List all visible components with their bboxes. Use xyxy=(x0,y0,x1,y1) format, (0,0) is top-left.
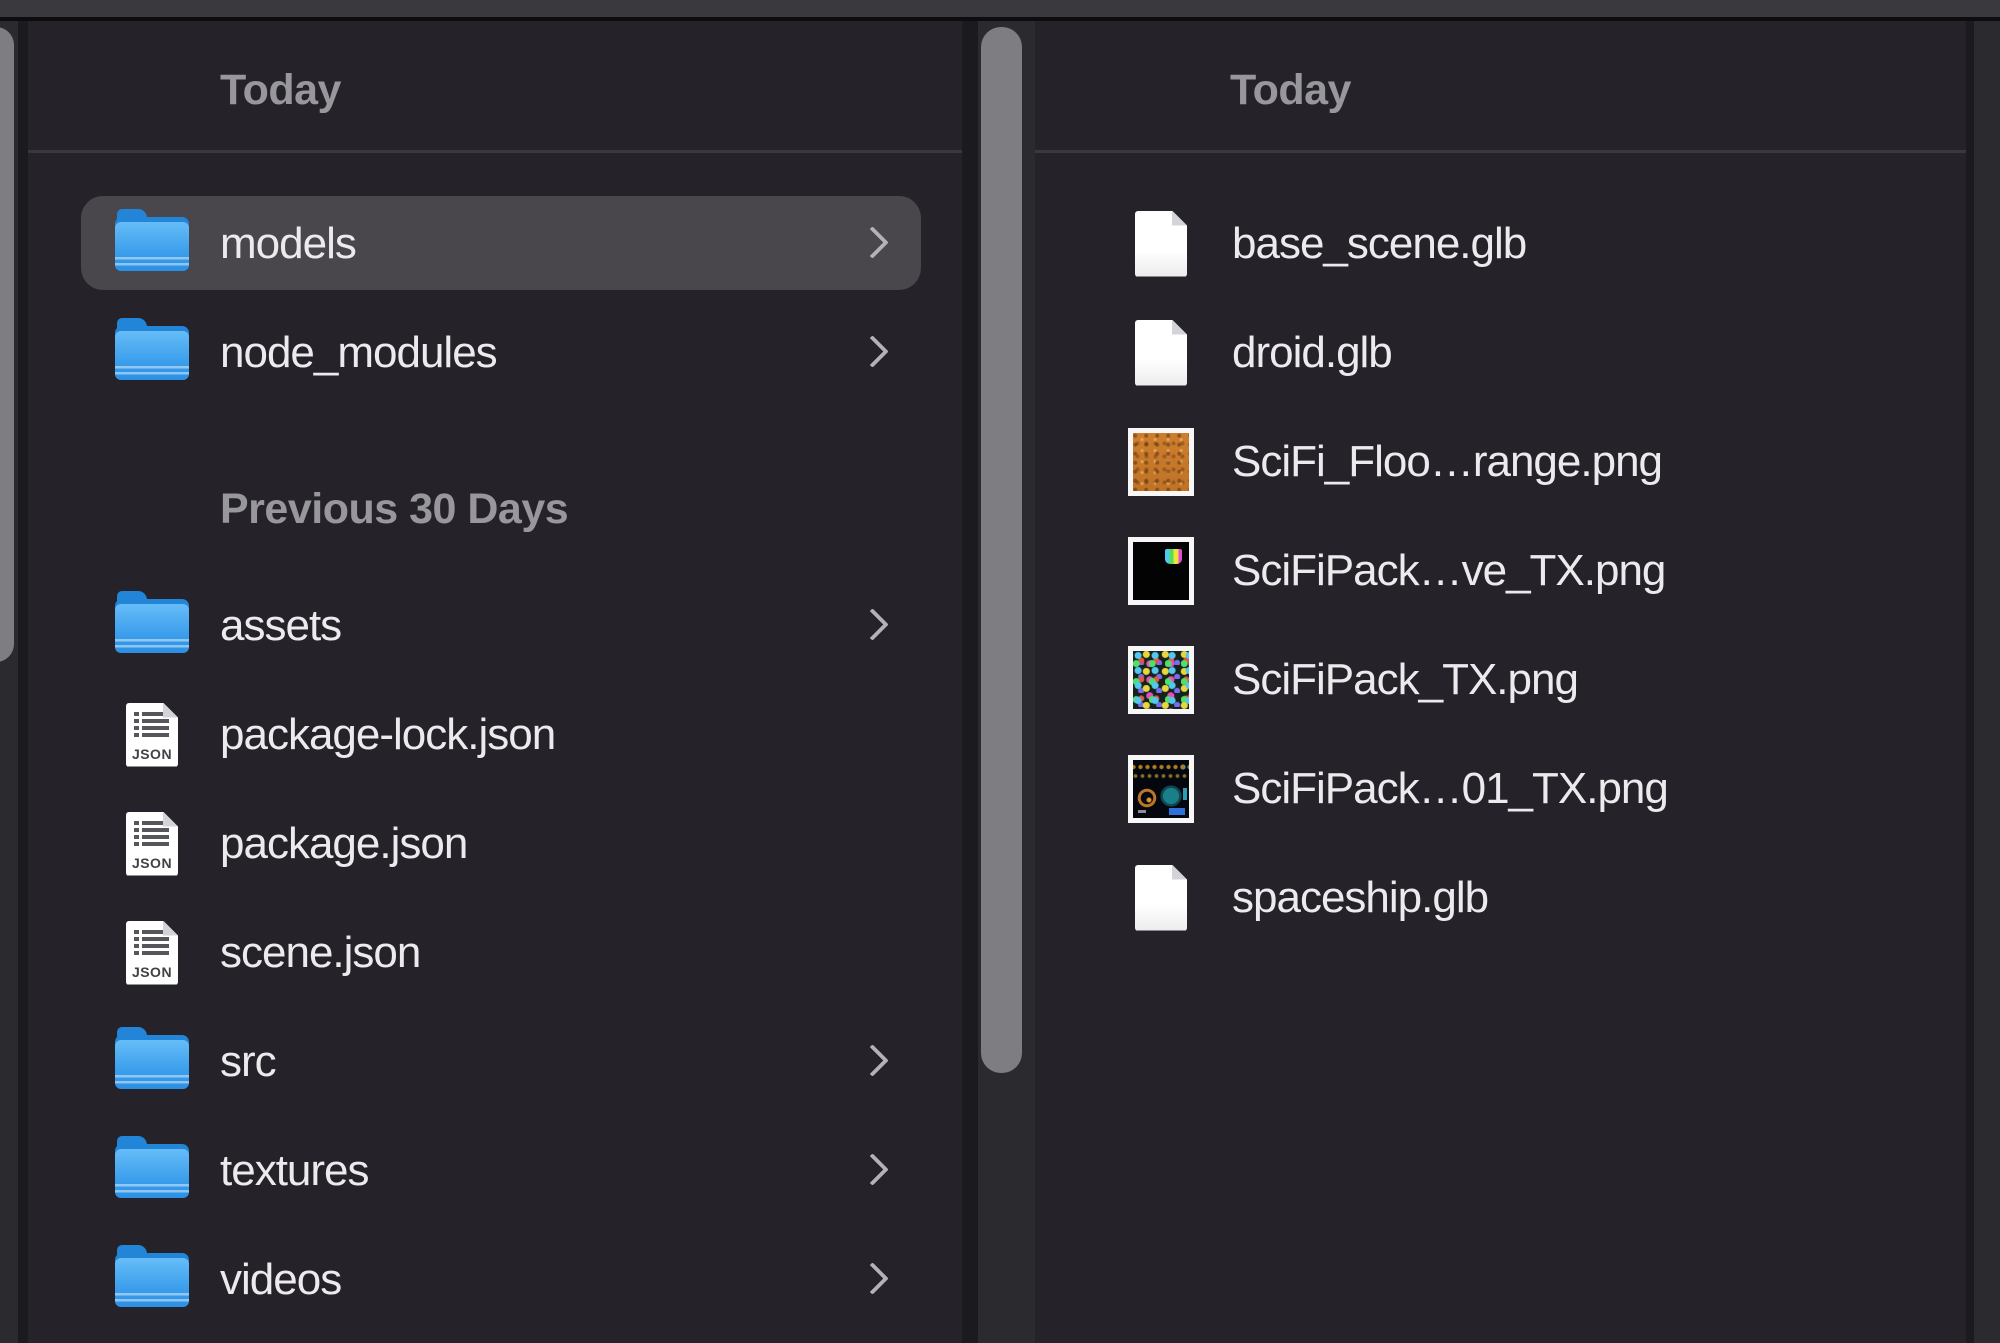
item-label: droid.glb xyxy=(1232,328,1392,378)
file-row-scene-json[interactable]: scene.json xyxy=(28,898,962,1007)
json-file-icon xyxy=(126,812,178,876)
column-folder-list: Today models node_modules Previous 30 Days… xyxy=(28,21,962,1343)
chevron-right-icon xyxy=(856,1044,889,1077)
folder-row-videos[interactable]: videos xyxy=(28,1225,962,1334)
folder-icon xyxy=(115,217,189,271)
section-header-today: Today xyxy=(1035,21,1966,150)
folder-icon xyxy=(115,599,189,653)
icon-slot xyxy=(114,326,190,380)
image-thumbnail-icon xyxy=(1128,755,1194,823)
folder-row-assets[interactable]: assets xyxy=(28,571,962,680)
item-label: src xyxy=(220,1037,276,1087)
icon-slot xyxy=(114,217,190,271)
file-row-droid-glb[interactable]: droid.glb xyxy=(1035,298,1966,407)
item-label: SciFiPack_TX.png xyxy=(1232,655,1578,705)
finder-column-view: Today models node_modules Previous 30 Days… xyxy=(0,0,2000,1343)
folder-icon xyxy=(115,1253,189,1307)
column-divider-left xyxy=(18,21,28,1343)
item-label: package.json xyxy=(220,819,467,869)
item-label: spaceship.glb xyxy=(1232,873,1488,923)
folder-row-textures[interactable]: textures xyxy=(28,1116,962,1225)
left-rows: models node_modules Previous 30 Days assets… xyxy=(28,153,962,1334)
icon-slot xyxy=(114,1144,190,1198)
scrollbar-track-right[interactable] xyxy=(1974,21,2000,1343)
file-row-base-scene-glb[interactable]: base_scene.glb xyxy=(1035,189,1966,298)
icon-slot xyxy=(1125,537,1197,605)
section-header-label: Previous 30 Days xyxy=(220,485,568,534)
icon-slot xyxy=(114,921,190,985)
json-file-icon xyxy=(126,921,178,985)
section-header-previous-30-days: Previous 30 Days xyxy=(28,407,962,571)
folder-icon xyxy=(115,1035,189,1089)
section-header-label: Today xyxy=(220,66,341,115)
file-row-scifipack-01-tx-png[interactable]: SciFiPack…01_TX.png xyxy=(1035,734,1966,843)
item-label: textures xyxy=(220,1146,369,1196)
column-file-list: Today base_scene.glb droid.glb SciFi_Floo…… xyxy=(1035,21,1966,1343)
item-label: models xyxy=(220,219,356,269)
column-divider-middle xyxy=(962,21,978,1343)
file-row-package-json[interactable]: package.json xyxy=(28,789,962,898)
right-rows: base_scene.glb droid.glb SciFi_Floo…range.… xyxy=(1035,153,1966,952)
item-label: videos xyxy=(220,1255,341,1305)
icon-slot xyxy=(1125,211,1197,277)
item-label: base_scene.glb xyxy=(1232,219,1526,269)
icon-slot xyxy=(114,1253,190,1307)
icon-slot xyxy=(114,1035,190,1089)
item-label: SciFi_Floo…range.png xyxy=(1232,437,1662,487)
file-row-scifipack-tx-png[interactable]: SciFiPack_TX.png xyxy=(1035,625,1966,734)
icon-slot xyxy=(114,812,190,876)
section-header-label: Today xyxy=(1230,66,1351,115)
icon-slot xyxy=(1125,646,1197,714)
item-label: SciFiPack…01_TX.png xyxy=(1232,764,1668,814)
document-icon xyxy=(1135,320,1187,386)
file-row-scifipack-ve-tx-png[interactable]: SciFiPack…ve_TX.png xyxy=(1035,516,1966,625)
folder-icon xyxy=(115,326,189,380)
folder-icon xyxy=(115,1144,189,1198)
image-thumbnail-icon xyxy=(1128,428,1194,496)
icon-slot xyxy=(1125,320,1197,386)
chevron-right-icon xyxy=(856,335,889,368)
column-divider-right xyxy=(1966,21,1974,1343)
icon-slot xyxy=(1125,755,1197,823)
item-label: SciFiPack…ve_TX.png xyxy=(1232,546,1665,596)
item-label: assets xyxy=(220,601,341,651)
window-titlebar-edge xyxy=(0,0,2000,21)
section-header-today: Today xyxy=(28,21,962,150)
item-label: scene.json xyxy=(220,928,420,978)
chevron-right-icon xyxy=(856,608,889,641)
image-thumbnail-icon xyxy=(1128,537,1194,605)
file-row-spaceship-glb[interactable]: spaceship.glb xyxy=(1035,843,1966,952)
scrollbar-thumb-middle[interactable] xyxy=(981,27,1022,1073)
item-label: node_modules xyxy=(220,328,497,378)
document-icon xyxy=(1135,211,1187,277)
icon-slot xyxy=(1125,428,1197,496)
document-icon xyxy=(1135,865,1187,931)
icon-slot xyxy=(1125,865,1197,931)
scrollbar-thumb-left[interactable] xyxy=(0,27,14,662)
chevron-right-icon xyxy=(856,1262,889,1295)
json-file-icon xyxy=(126,703,178,767)
folder-row-models[interactable]: models xyxy=(28,189,962,298)
image-thumbnail-icon xyxy=(1128,646,1194,714)
icon-slot xyxy=(114,703,190,767)
file-row-scifi-floo-range-png[interactable]: SciFi_Floo…range.png xyxy=(1035,407,1966,516)
chevron-right-icon xyxy=(856,226,889,259)
icon-slot xyxy=(114,599,190,653)
file-row-package-lock-json[interactable]: package-lock.json xyxy=(28,680,962,789)
folder-row-node-modules[interactable]: node_modules xyxy=(28,298,962,407)
item-label: package-lock.json xyxy=(220,710,555,760)
chevron-right-icon xyxy=(856,1153,889,1186)
folder-row-src[interactable]: src xyxy=(28,1007,962,1116)
